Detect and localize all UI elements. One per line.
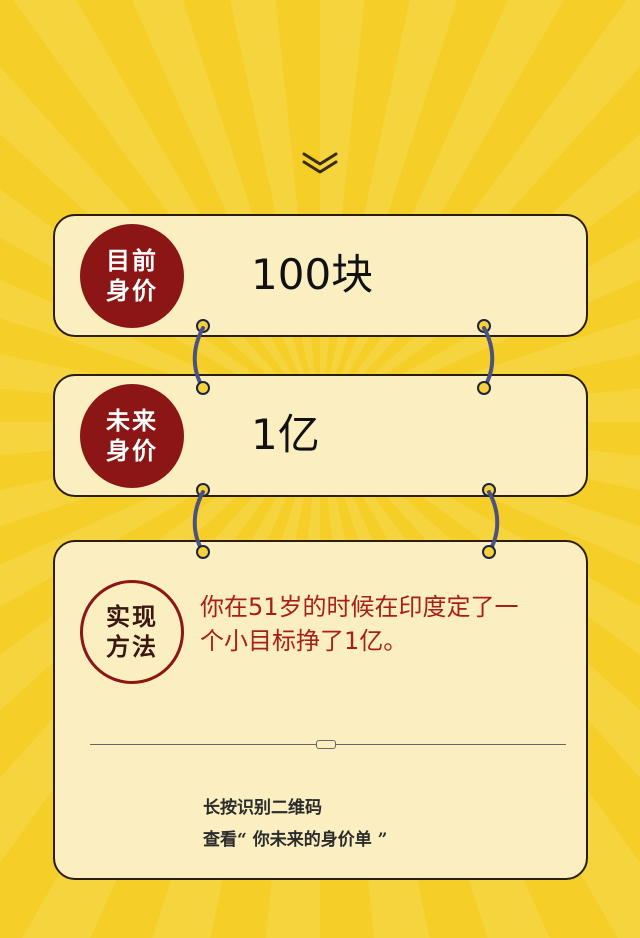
binder-ring-icon — [482, 483, 500, 559]
binder-ring-icon — [192, 483, 210, 559]
double-chevron-down-icon[interactable] — [300, 148, 340, 178]
future-worth-card: 未来身价 1亿 — [53, 374, 588, 497]
future-worth-badge-label: 未来身价 — [106, 406, 158, 465]
future-worth-value: 1亿 — [251, 410, 320, 459]
ornamental-divider — [90, 740, 566, 749]
current-worth-badge-label: 目前身价 — [106, 246, 158, 305]
method-badge: 实现方法 — [80, 580, 184, 684]
method-badge-label: 实现方法 — [106, 602, 158, 661]
current-worth-badge: 目前身价 — [80, 224, 184, 328]
current-worth-value: 100块 — [251, 250, 374, 299]
binder-ring-icon — [477, 319, 495, 395]
binder-ring-icon — [192, 319, 210, 395]
current-worth-card: 目前身价 100块 — [53, 214, 588, 337]
qr-instruction-line-1: 长按识别二维码 — [203, 798, 322, 818]
divider-ornament-icon — [316, 740, 336, 749]
qr-instruction-line-2: 查看“ 你未来的身价单 ” — [203, 830, 388, 850]
method-text: 你在51岁的时候在印度定了一个小目标挣了1亿。 — [200, 593, 519, 655]
method-card: 实现方法 你在51岁的时候在印度定了一个小目标挣了1亿。 长按识别二维码 查看“… — [53, 540, 588, 880]
qr-instructions: 长按识别二维码 查看“ 你未来的身价单 ” — [203, 792, 387, 856]
future-worth-badge: 未来身价 — [80, 384, 184, 488]
